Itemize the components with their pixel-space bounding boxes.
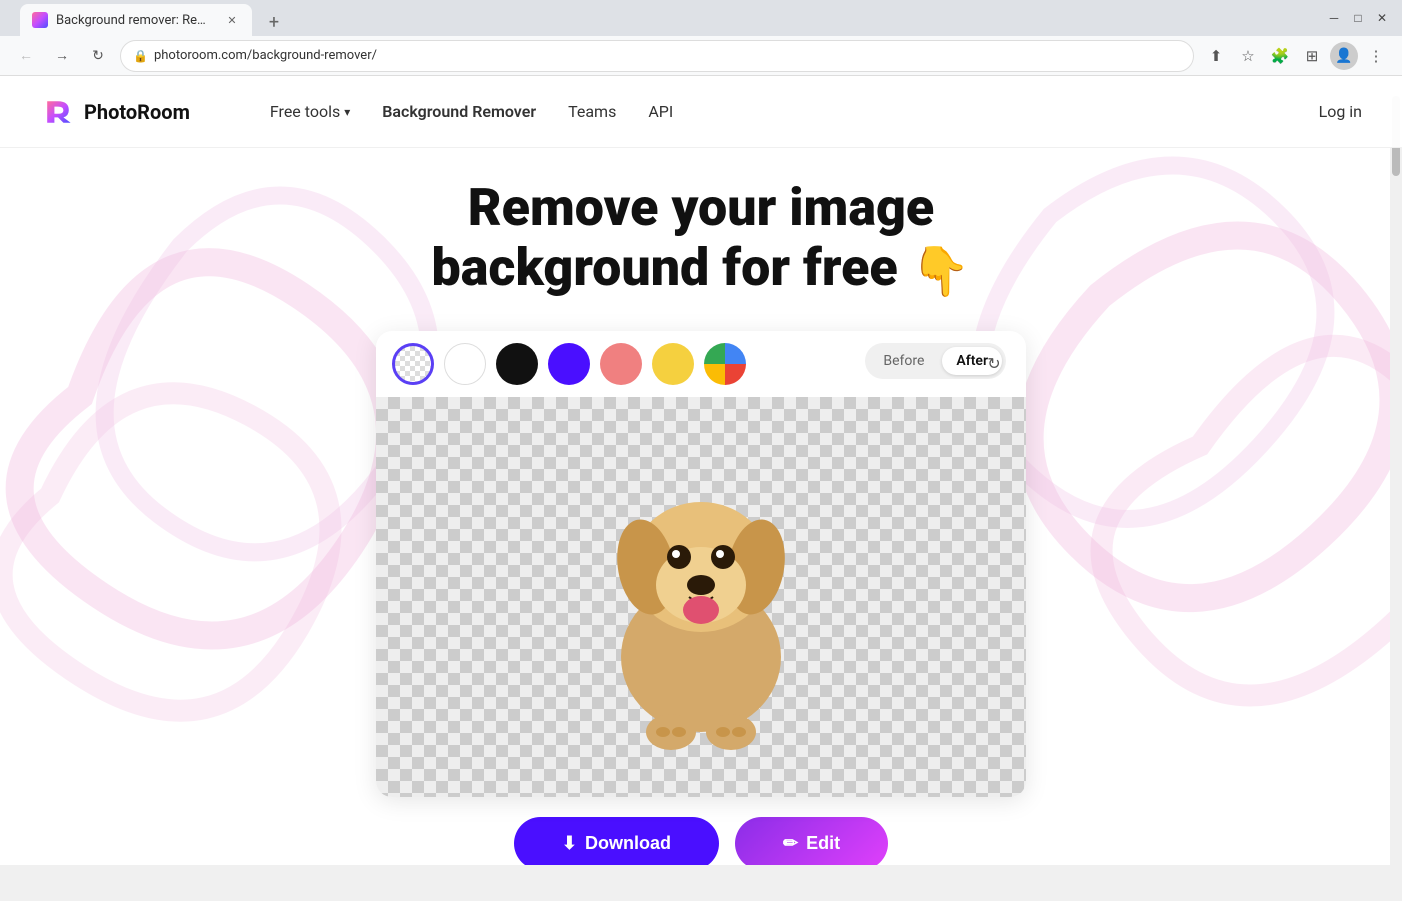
nav-free-tools[interactable]: Free tools ▾ [270, 102, 350, 121]
bookmark-icon[interactable]: ☆ [1234, 42, 1262, 70]
active-tab[interactable]: Background remover: Remove yo... ✕ [20, 4, 252, 36]
action-buttons: ⬇ Download ✏ Edit [514, 797, 888, 865]
download-icon: ⬇ [562, 833, 577, 854]
tab-favicon [32, 12, 48, 28]
edit-button[interactable]: ✏ Edit [735, 817, 888, 865]
new-tab-button[interactable]: + [260, 8, 288, 36]
main-content: Remove your image background for free 👇 … [0, 148, 1402, 865]
logo-text: PhotoRoom [84, 100, 190, 124]
nav-api[interactable]: API [648, 102, 673, 121]
site-navigation: PhotoRoom Free tools ▾ Background Remove… [0, 76, 1402, 148]
share-icon[interactable]: ⬆ [1202, 42, 1230, 70]
browser-chrome: Background remover: Remove yo... ✕ + ─ □… [0, 0, 1402, 76]
nav-right-actions: Log in [1319, 102, 1362, 121]
nav-teams[interactable]: Teams [568, 102, 616, 121]
edit-label: Edit [806, 833, 840, 854]
dog-svg [561, 437, 841, 757]
profile-avatar[interactable]: 👤 [1330, 42, 1358, 70]
refresh-button[interactable]: ↻ [978, 348, 1010, 380]
tab-close-button[interactable]: ✕ [224, 12, 240, 28]
security-icon: 🔒 [133, 49, 148, 63]
nav-background-remover[interactable]: Background Remover [382, 102, 536, 121]
before-toggle-button[interactable]: Before [869, 347, 938, 375]
download-button[interactable]: ⬇ Download [514, 817, 719, 865]
nav-links: Free tools ▾ Background Remover Teams AP… [270, 102, 673, 121]
site-logo[interactable]: PhotoRoom [40, 94, 190, 130]
address-bar-actions: ⬆ ☆ 🧩 ⊞ 👤 ⋮ [1202, 42, 1390, 70]
hero-title: Remove your image background for free 👇 [432, 178, 971, 299]
swatch-black[interactable] [496, 343, 538, 385]
close-button[interactable]: ✕ [1374, 10, 1390, 26]
logo-icon [40, 94, 76, 130]
swatch-transparent[interactable] [392, 343, 434, 385]
minimize-button[interactable]: ─ [1326, 10, 1342, 26]
browser-profile-icon[interactable]: ⊞ [1298, 42, 1326, 70]
swatch-purple[interactable] [548, 343, 590, 385]
url-bar[interactable]: 🔒 photoroom.com/background-remover/ [120, 40, 1194, 72]
more-options-icon[interactable]: ⋮ [1362, 42, 1390, 70]
website-content: PhotoRoom Free tools ▾ Background Remove… [0, 76, 1402, 865]
editor-card: Before After ↻ [376, 331, 1026, 797]
edit-icon: ✏ [783, 833, 798, 854]
title-bar: Background remover: Remove yo... ✕ + ─ □… [0, 0, 1402, 36]
hand-pointing-icon: 👇 [911, 242, 971, 299]
window-controls: ─ □ ✕ [1326, 10, 1390, 26]
editor-toolbar: Before After ↻ [376, 331, 1026, 397]
swatch-pink[interactable] [600, 343, 642, 385]
url-text: photoroom.com/background-remover/ [154, 48, 377, 63]
download-label: Download [585, 833, 671, 854]
address-bar: ← → ↻ 🔒 photoroom.com/background-remover… [0, 36, 1402, 76]
dropdown-arrow-icon: ▾ [344, 105, 350, 119]
swatch-white[interactable] [444, 343, 486, 385]
login-button[interactable]: Log in [1319, 102, 1362, 121]
reload-button[interactable]: ↻ [84, 42, 112, 70]
tab-title: Background remover: Remove yo... [56, 13, 216, 28]
forward-button[interactable]: → [48, 42, 76, 70]
back-button[interactable]: ← [12, 42, 40, 70]
dog-image [561, 437, 841, 757]
hero-title-line1: Remove your image [468, 177, 934, 238]
editor-image-area [376, 397, 1026, 797]
swatch-yellow[interactable] [652, 343, 694, 385]
hero-title-line2: background for free [432, 237, 898, 298]
swatch-multicolor[interactable] [704, 343, 746, 385]
maximize-button[interactable]: □ [1350, 10, 1366, 26]
extensions-icon[interactable]: 🧩 [1266, 42, 1294, 70]
